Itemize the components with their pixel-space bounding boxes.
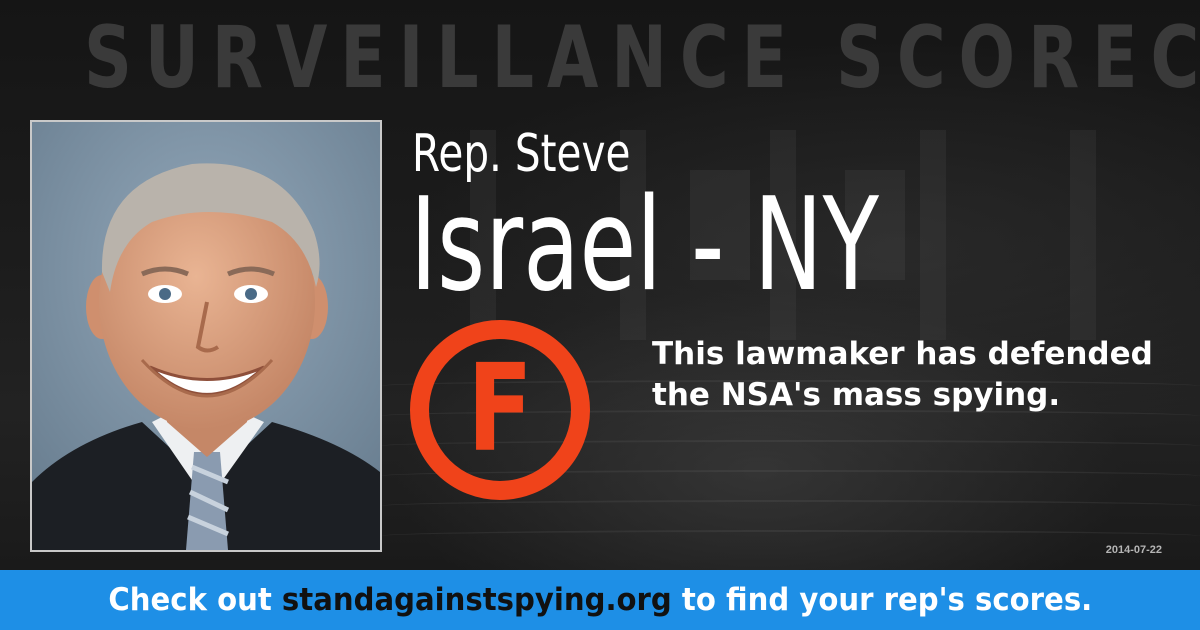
footer-suffix: to find your rep's scores. bbox=[671, 582, 1092, 618]
chamber-pillar bbox=[1070, 130, 1096, 340]
footer-message: Check out standagainstspying.org to find… bbox=[108, 582, 1092, 618]
date-stamp: 2014-07-22 bbox=[1105, 544, 1162, 556]
grade-explanation: This lawmaker has defended the NSA's mas… bbox=[652, 336, 1153, 413]
representative-photo bbox=[30, 120, 382, 552]
website-link[interactable]: standagainstspying.org bbox=[282, 582, 672, 618]
seating-row bbox=[380, 530, 1200, 542]
scorecard: SURVEILLANCE SCORECARD bbox=[0, 0, 1200, 630]
footer-prefix: Check out bbox=[108, 582, 282, 618]
grade-letter: F bbox=[467, 340, 533, 479]
representative-surname-state: Israel - NY bbox=[410, 171, 879, 320]
chamber-pillar bbox=[920, 130, 946, 340]
footer-banner: Check out standagainstspying.org to find… bbox=[0, 570, 1200, 630]
seating-row bbox=[380, 500, 1200, 512]
grade-badge: F bbox=[410, 320, 590, 500]
portrait-illustration bbox=[32, 122, 380, 550]
scorecard-title: SURVEILLANCE SCORECARD bbox=[84, 8, 1200, 108]
